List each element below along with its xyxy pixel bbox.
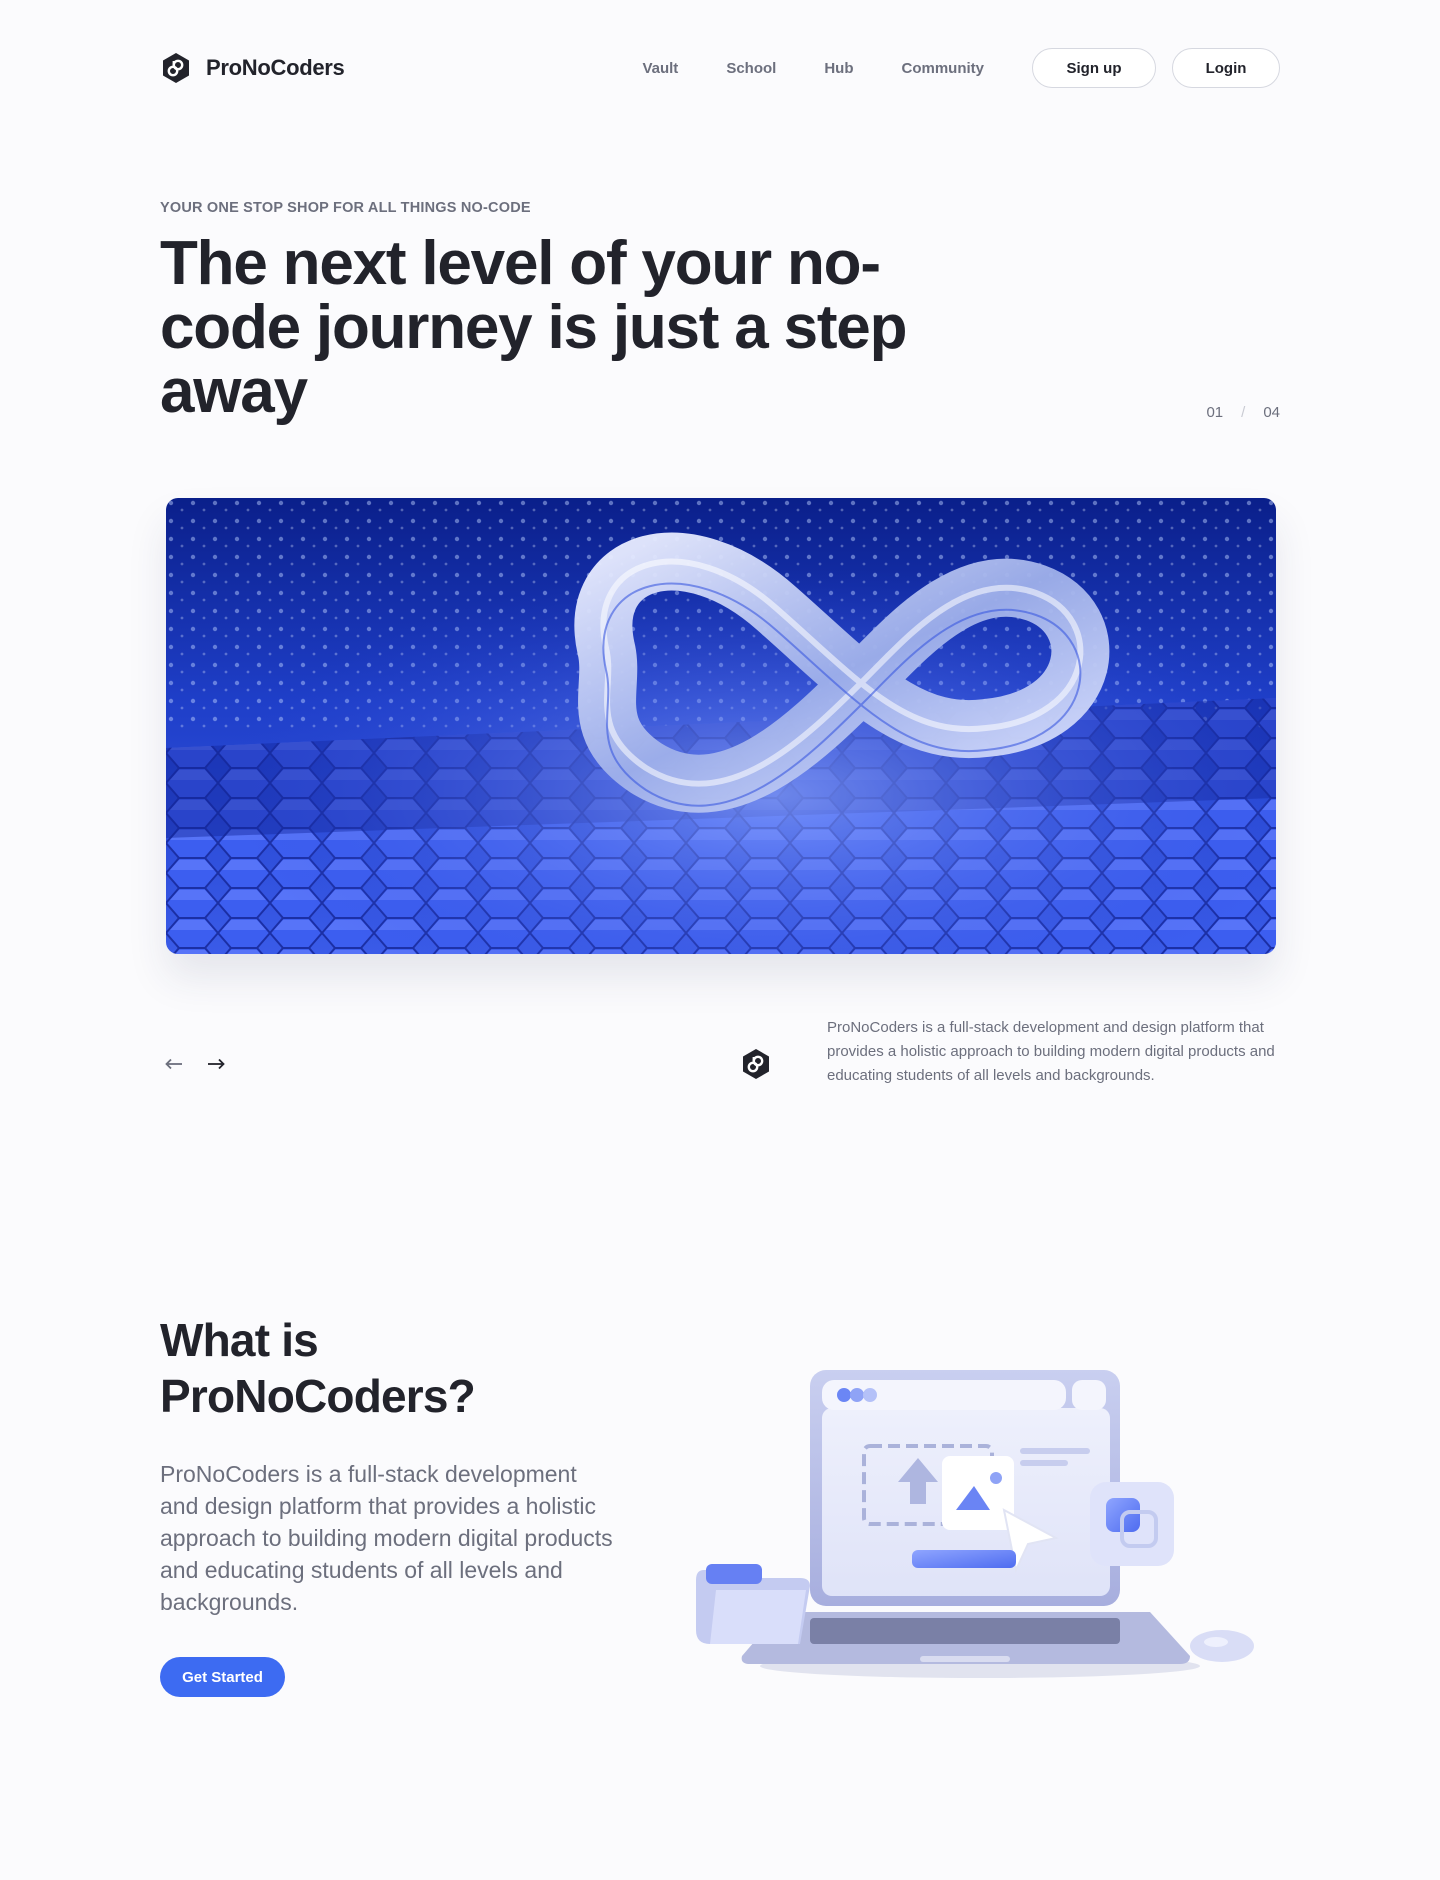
brand-logo-link[interactable]: ProNoCoders (160, 52, 345, 84)
arrow-left-icon (165, 1058, 182, 1070)
signup-button[interactable]: Sign up (1032, 48, 1156, 88)
site-header: ProNoCoders Vault School Hub Community S… (160, 48, 1280, 88)
get-started-button[interactable]: Get Started (160, 1657, 285, 1697)
nav-link-hub[interactable]: Hub (824, 60, 853, 77)
hero-image (166, 498, 1276, 954)
about-body: ProNoCoders is a full-stack development … (160, 1461, 613, 1615)
laptop-illustration (696, 1370, 1254, 1678)
about-illustration (660, 1360, 1280, 1680)
nav-link-community[interactable]: Community (902, 60, 985, 77)
pronocoders-logo-icon (163, 53, 189, 83)
slide-current: 01 (1206, 404, 1224, 421)
brand-name: ProNoCoders (206, 55, 345, 80)
nav-link-vault[interactable]: Vault (642, 60, 678, 77)
slide-total: 04 (1263, 404, 1280, 421)
slider-prev-button[interactable] (160, 1050, 188, 1078)
hero-eyebrow: YOUR ONE STOP SHOP FOR ALL THINGS NO-COD… (160, 200, 531, 216)
login-button[interactable]: Login (1172, 48, 1280, 88)
auth-buttons: Sign up Login (1032, 48, 1280, 88)
slider-next-button[interactable] (202, 1050, 230, 1078)
infinity-hexagon-image (166, 498, 1276, 954)
pronocoders-mini-logo-icon (743, 1049, 769, 1079)
nav-link-school[interactable]: School (726, 60, 776, 77)
arrow-right-icon (208, 1058, 225, 1070)
hero-title: The next level of your no-code journey i… (160, 229, 907, 426)
slide-counter: 01 / 04 (1206, 404, 1280, 421)
slider-description: ProNoCoders is a full-stack development … (827, 1019, 1275, 1084)
main-nav: Vault School Hub Community Sign up Login (642, 48, 1280, 88)
slide-separator: / (1241, 404, 1246, 421)
about-title: What is ProNoCoders? (160, 1314, 476, 1422)
